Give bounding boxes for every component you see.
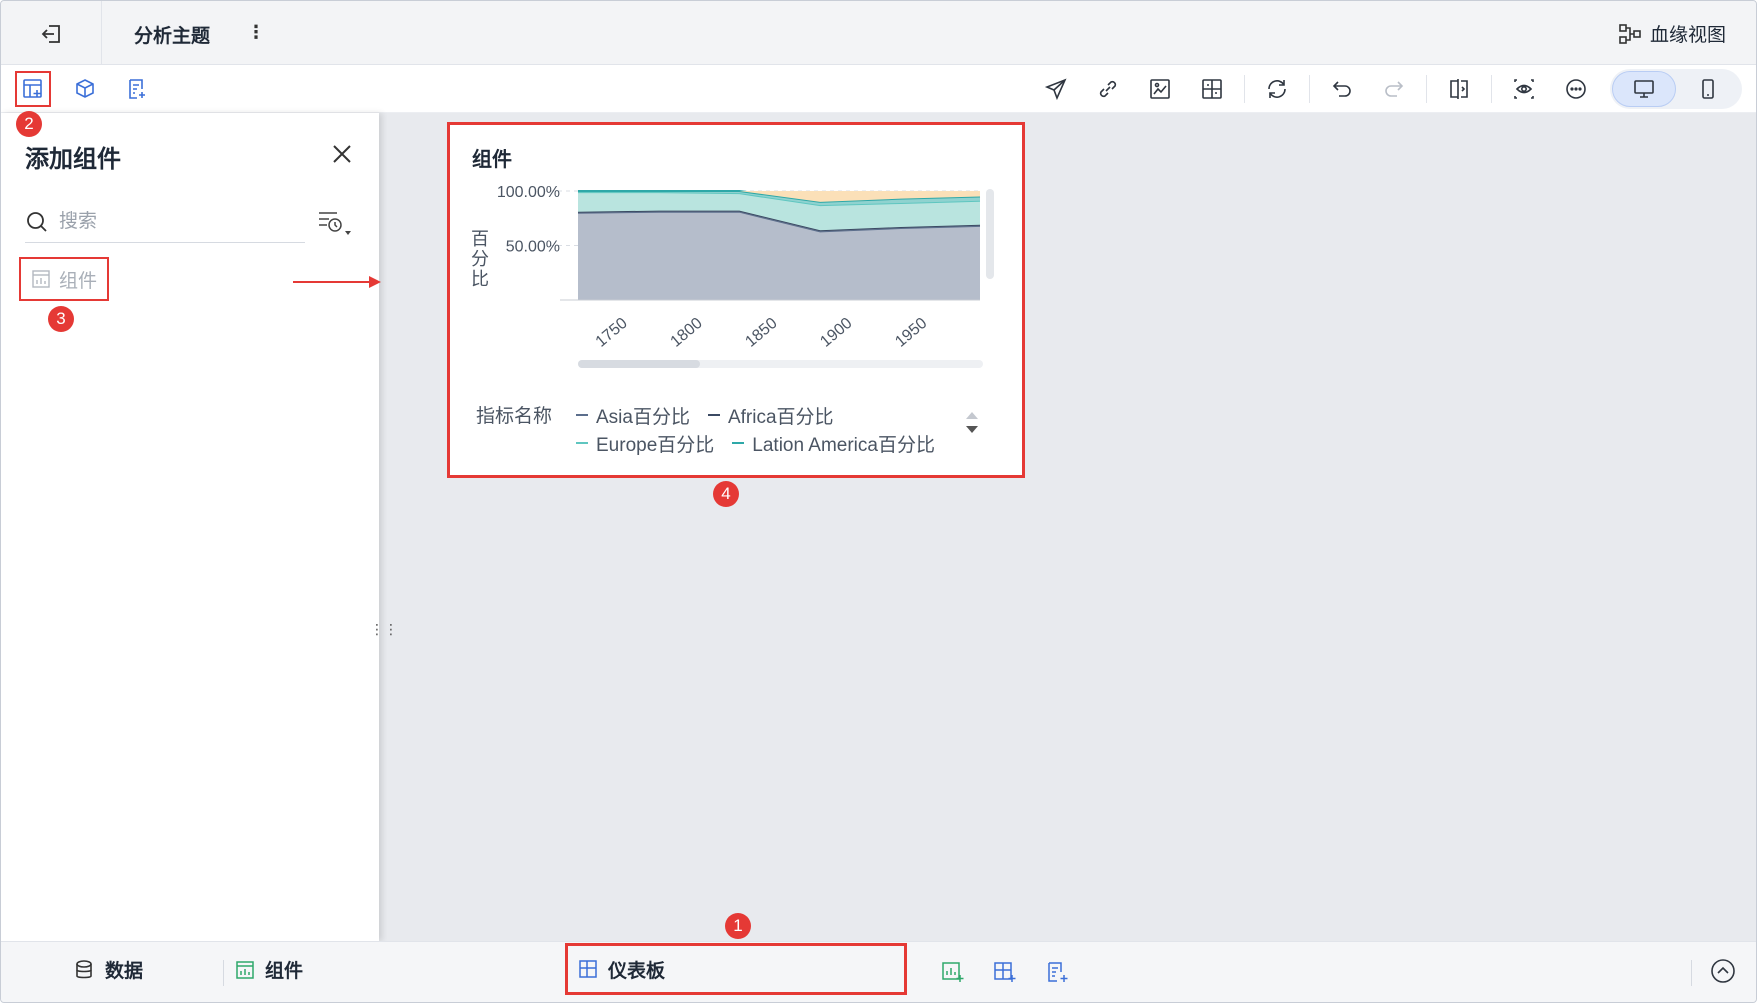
toolbar xyxy=(1,65,1756,113)
legend-items: Asia百分比 Africa百分比 Europe百分比 Lation America百… xyxy=(576,401,956,457)
toolbar-divider xyxy=(1491,75,1492,103)
panel-title: 添加组件 xyxy=(25,146,121,173)
step-badge-2: 2 xyxy=(16,111,42,137)
filter-history-icon[interactable] xyxy=(317,209,357,243)
x-tick-label: 1950 xyxy=(892,315,930,351)
topbar-divider xyxy=(101,1,102,65)
component-list-item[interactable]: 组件 xyxy=(19,257,109,301)
tab-data-label: 数据 xyxy=(105,961,144,982)
legend-item[interactable]: Lation America百分比 xyxy=(732,430,935,457)
add-dashboard-icon[interactable] xyxy=(989,956,1021,988)
y-scroll-thumb xyxy=(986,189,994,279)
legend-row: Asia百分比 Africa百分比 xyxy=(576,401,956,429)
desktop-icon[interactable] xyxy=(1612,71,1676,107)
legend-swatch xyxy=(576,414,588,416)
bottombar-add-icons xyxy=(937,956,1073,988)
chevron-up-circle-icon[interactable] xyxy=(1708,956,1738,986)
chart-icon xyxy=(236,960,254,979)
legend-label: Asia百分比 xyxy=(596,406,690,428)
y-tick-label: 50.00% xyxy=(506,239,560,256)
lineage-view-button[interactable]: 血缘视图 xyxy=(1618,20,1726,47)
tab-data[interactable]: 数据 xyxy=(73,956,143,983)
legend-swatch xyxy=(576,442,588,444)
legend-label: Africa百分比 xyxy=(727,406,834,428)
tab-component-label: 组件 xyxy=(265,961,304,982)
exit-icon[interactable] xyxy=(39,21,65,47)
add-component-icon[interactable] xyxy=(15,71,51,107)
y-axis-label: 分 xyxy=(471,249,489,270)
add-cube-icon[interactable] xyxy=(67,71,103,107)
refresh-icon[interactable] xyxy=(1251,69,1303,109)
link-icon[interactable] xyxy=(1082,69,1134,109)
step-badge-4: 4 xyxy=(713,481,739,507)
toolbar-divider xyxy=(1309,75,1310,103)
preview-eye-icon[interactable] xyxy=(1498,69,1550,109)
y-axis-label: 百 xyxy=(471,229,489,250)
page-title: 分析主题 xyxy=(134,26,211,47)
panel-resize-handle[interactable]: ⋮⋮ xyxy=(370,622,398,649)
legend-swatch xyxy=(732,442,745,444)
more-horizontal-icon[interactable] xyxy=(1550,69,1602,109)
tab-dashboard[interactable]: 仪表板 xyxy=(565,943,907,995)
annotation-arrow xyxy=(293,276,381,288)
device-toggle xyxy=(1610,69,1742,109)
legend-item[interactable]: Europe百分比 xyxy=(576,430,714,457)
add-component-panel: 添加组件 组件 ⋮⋮ xyxy=(1,113,398,941)
legend-pager-icon[interactable] xyxy=(964,409,980,439)
undo-icon[interactable] xyxy=(1316,69,1368,109)
step-badge-3: 3 xyxy=(48,306,74,332)
tab-dashboard-label: 仪表板 xyxy=(608,960,666,982)
dashboard-icon xyxy=(579,960,597,978)
send-icon[interactable] xyxy=(1030,69,1082,109)
database-icon xyxy=(76,959,92,978)
legend-swatch xyxy=(707,414,720,416)
legend-title: 指标名称 xyxy=(476,406,553,427)
y-tick-label: 100.00% xyxy=(497,184,560,201)
lineage-icon xyxy=(1619,23,1641,44)
x-scroll-thumb xyxy=(578,360,700,368)
toolbar-right xyxy=(1030,69,1742,109)
image-export-icon[interactable] xyxy=(1134,69,1186,109)
legend-row: Europe百分比 Lation America百分比 xyxy=(576,429,956,457)
search-input[interactable] xyxy=(59,210,259,233)
bottom-bar: 数据 组件 仪表板 xyxy=(1,941,1756,1002)
x-tick-label: 1900 xyxy=(817,315,855,351)
legend-item[interactable]: Asia百分比 xyxy=(576,402,690,429)
step-badge-1: 1 xyxy=(725,913,751,939)
more-vertical-icon[interactable]: ⋮ xyxy=(247,21,265,45)
tab-component[interactable]: 组件 xyxy=(235,956,303,983)
add-chart-sheet-icon[interactable] xyxy=(937,956,969,988)
toggle-panel-icon[interactable] xyxy=(1433,69,1485,109)
legend-label: Lation America百分比 xyxy=(752,434,935,456)
lineage-label: 血缘视图 xyxy=(1649,25,1726,46)
bottombar-divider xyxy=(223,960,224,986)
toolbar-divider xyxy=(1244,75,1245,103)
mobile-icon[interactable] xyxy=(1676,71,1740,107)
close-icon[interactable] xyxy=(329,141,355,167)
x-tick-label: 1750 xyxy=(593,315,631,351)
add-report-icon[interactable] xyxy=(1041,956,1073,988)
add-text-icon[interactable] xyxy=(119,71,155,107)
y-axis-label: 比 xyxy=(471,269,489,290)
legend-item[interactable]: Africa百分比 xyxy=(707,402,834,429)
area-chart: 100.00% 50.00% 百分比 1750 1800 1850 1900 1950 xyxy=(471,184,994,368)
search-box xyxy=(25,201,305,243)
top-bar: 分析主题 ⋮ 血缘视图 xyxy=(1,1,1756,65)
search-icon xyxy=(27,211,47,232)
toolbar-left xyxy=(15,71,155,107)
component-item-label: 组件 xyxy=(59,270,98,292)
layout-icon[interactable] xyxy=(1186,69,1238,109)
chart-component-card[interactable]: 组件 100.00% 50.00% 百分比 1750 1800 1850 1900 1950 … xyxy=(447,122,1025,478)
toolbar-divider xyxy=(1426,75,1427,103)
app-window: 分析主题 ⋮ 血缘视图 添加组件 搜索 组件 ⋮⋮ 组件 100.00% 50.… xyxy=(0,0,1757,1003)
redo-icon[interactable] xyxy=(1368,69,1420,109)
bottombar-divider xyxy=(1691,960,1692,986)
bar-chart-icon xyxy=(32,270,50,288)
x-tick-label: 1850 xyxy=(742,315,780,351)
x-tick-label: 1800 xyxy=(668,315,706,351)
legend-label: Europe百分比 xyxy=(596,434,715,456)
